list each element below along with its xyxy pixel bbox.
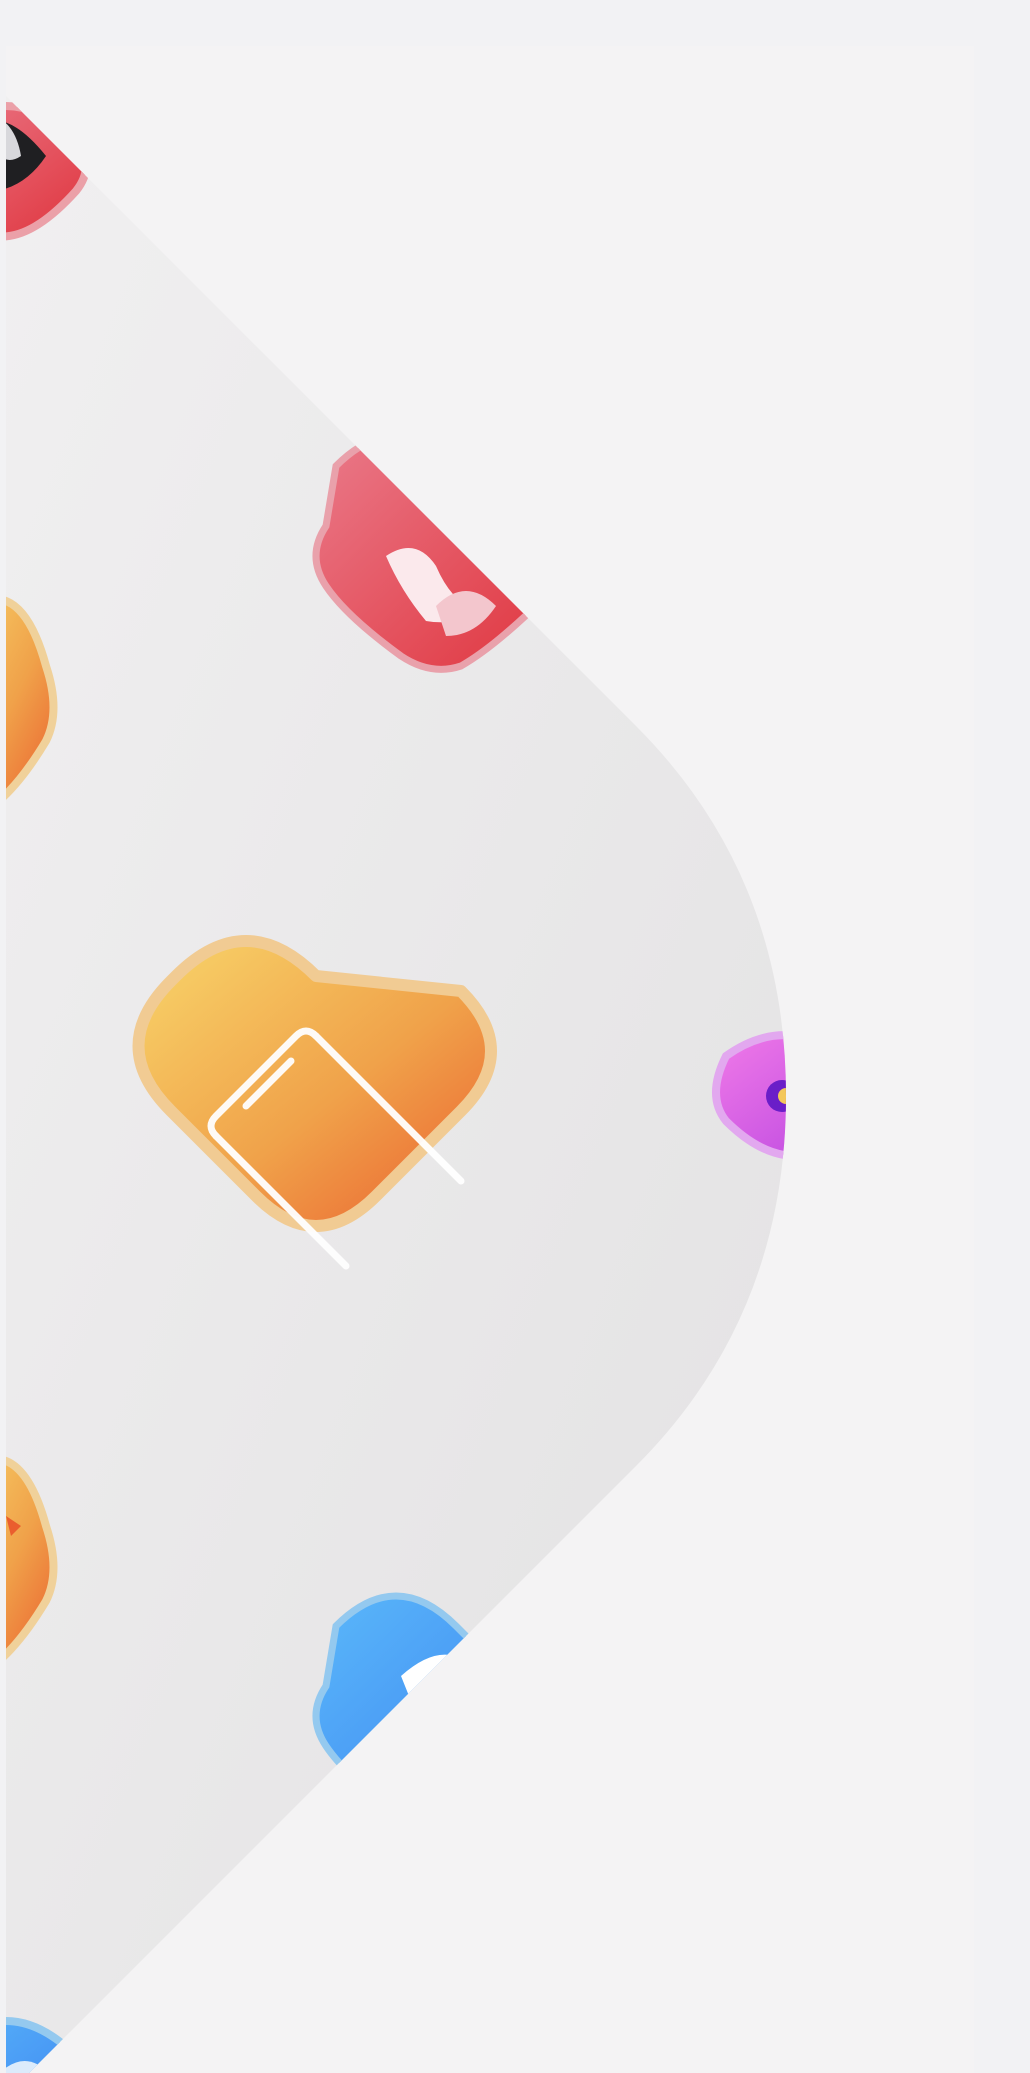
chat-icon: [6, 2017, 90, 2073]
reader-icon: [312, 1592, 560, 1833]
hero-illustration: [6, 96, 786, 2073]
page: [0, 0, 1030, 2073]
camera-icon: [712, 1031, 786, 1160]
hero-panel: [6, 46, 974, 2073]
